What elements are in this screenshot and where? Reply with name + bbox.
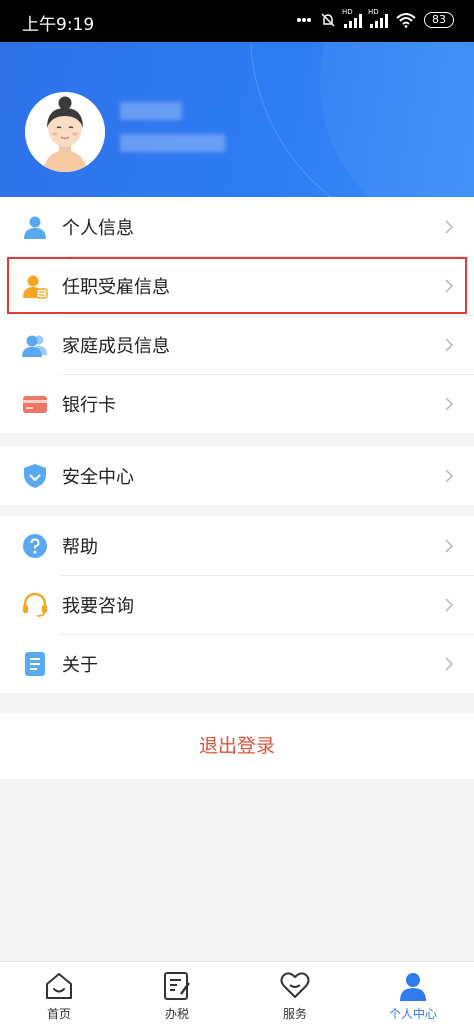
chevron-right-icon bbox=[445, 278, 454, 293]
menu-label: 家庭成员信息 bbox=[62, 335, 170, 357]
tab-label: 服务 bbox=[282, 1007, 307, 1021]
menu-group-support: 帮助 我要咨询 关于 bbox=[0, 516, 474, 693]
menu-bank-card[interactable]: 银行卡 bbox=[0, 374, 474, 433]
home-icon bbox=[46, 973, 72, 999]
profile-id-obscured bbox=[120, 134, 225, 152]
chevron-right-icon bbox=[445, 219, 454, 234]
employment-icon bbox=[23, 275, 48, 299]
menu-group-personal: 个人信息 任职受雇信息 家庭成员信息 银行卡 bbox=[0, 197, 474, 433]
bank-card-icon bbox=[23, 395, 47, 413]
menu-group-security: 安全中心 bbox=[0, 446, 474, 505]
person-icon bbox=[24, 216, 46, 239]
tab-user-center[interactable]: 个人中心 bbox=[354, 962, 472, 1027]
tab-tax[interactable]: 办税 bbox=[118, 962, 236, 1027]
chevron-right-icon bbox=[445, 468, 454, 483]
hd-signal-icon: HD bbox=[368, 8, 388, 28]
shield-icon bbox=[24, 463, 46, 488]
profile-header bbox=[0, 42, 474, 197]
chevron-right-icon bbox=[445, 396, 454, 411]
menu-label: 安全中心 bbox=[62, 466, 134, 488]
family-icon bbox=[22, 335, 47, 357]
service-heart-icon bbox=[280, 972, 310, 998]
menu-security-center[interactable]: 安全中心 bbox=[0, 446, 474, 505]
status-bar: 上午9:19 HD HD 83 bbox=[0, 0, 474, 42]
status-time: 上午9:19 bbox=[22, 15, 95, 35]
profile-name-obscured bbox=[120, 102, 182, 120]
help-icon bbox=[23, 533, 47, 558]
headset-icon bbox=[23, 592, 47, 617]
menu-label: 我要咨询 bbox=[62, 595, 134, 617]
user-center-icon bbox=[400, 973, 426, 1001]
tab-label: 首页 bbox=[46, 1007, 71, 1021]
chevron-right-icon bbox=[445, 337, 454, 352]
tab-label: 个人中心 bbox=[388, 1007, 437, 1021]
menu-label: 帮助 bbox=[62, 536, 98, 558]
menu-personal-info[interactable]: 个人信息 bbox=[0, 197, 474, 256]
avatar[interactable] bbox=[25, 92, 105, 172]
logout-button[interactable]: 退出登录 bbox=[0, 713, 474, 779]
status-icons: HD HD 83 bbox=[296, 8, 454, 28]
menu-label: 关于 bbox=[62, 654, 98, 676]
tab-service[interactable]: 服务 bbox=[236, 962, 354, 1027]
menu-label: 个人信息 bbox=[62, 217, 134, 239]
menu-consult[interactable]: 我要咨询 bbox=[0, 575, 474, 634]
bottom-tab-bar: 首页 办税 服务 个人中心 bbox=[0, 961, 474, 1027]
tab-label: 办税 bbox=[164, 1007, 189, 1021]
dots-icon bbox=[297, 18, 311, 22]
hd-signal-icon: HD bbox=[342, 8, 362, 28]
tab-home[interactable]: 首页 bbox=[0, 962, 118, 1027]
battery-indicator: 83 bbox=[424, 12, 454, 28]
document-icon bbox=[25, 651, 45, 676]
chevron-right-icon bbox=[445, 656, 454, 671]
wifi-icon bbox=[396, 13, 416, 28]
menu-employment-info[interactable]: 任职受雇信息 bbox=[6, 256, 468, 315]
chevron-right-icon bbox=[445, 538, 454, 553]
chevron-right-icon bbox=[445, 597, 454, 612]
menu-label: 银行卡 bbox=[62, 394, 116, 416]
menu-about[interactable]: 关于 bbox=[0, 634, 474, 693]
mute-icon bbox=[321, 13, 335, 27]
menu-help[interactable]: 帮助 bbox=[0, 516, 474, 575]
menu-family-info[interactable]: 家庭成员信息 bbox=[0, 315, 474, 374]
menu-label: 任职受雇信息 bbox=[62, 276, 170, 298]
avatar-icon bbox=[25, 92, 105, 172]
tax-icon bbox=[164, 972, 190, 1000]
